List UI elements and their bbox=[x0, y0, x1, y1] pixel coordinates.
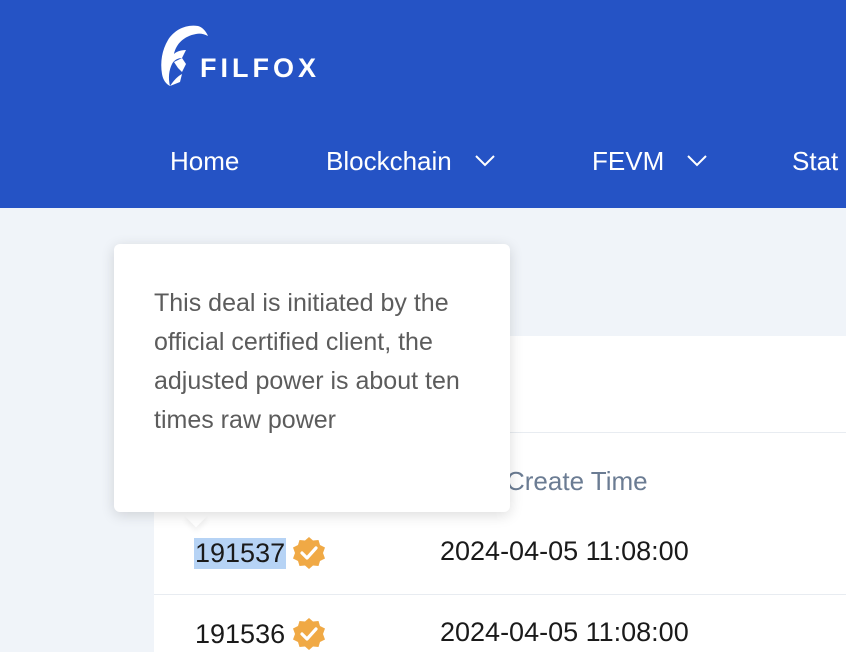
table-row: 191537 2024-04-05 11:08:00 bbox=[154, 514, 846, 594]
chevron-down-icon bbox=[687, 155, 707, 167]
nav-item-label: FEVM bbox=[592, 145, 665, 176]
nav-item-label: Blockchain bbox=[326, 145, 452, 176]
nav-item-label: Stat bbox=[792, 145, 839, 176]
nav-item-blockchain[interactable]: Blockchain bbox=[326, 140, 496, 182]
create-time-cell: 2024-04-05 11:08:00 bbox=[440, 617, 689, 647]
top-header: FILFOX Home Blockchain FEVM Stat bbox=[0, 0, 846, 208]
deal-id-link[interactable]: 191536 bbox=[194, 619, 286, 650]
verified-deal-tooltip: This deal is initiated by the official c… bbox=[114, 244, 510, 512]
nav-item-stat[interactable]: Stat bbox=[792, 140, 838, 182]
app-name: FILFOX bbox=[200, 53, 320, 83]
deal-id-cell: 191536 bbox=[194, 617, 326, 651]
nav-item-fevm[interactable]: FEVM bbox=[592, 140, 708, 182]
deal-id-link[interactable]: 191537 bbox=[194, 537, 287, 569]
tooltip-text: This deal is initiated by the official c… bbox=[154, 289, 460, 434]
table-row: 191536 2024-04-05 11:08:00 bbox=[154, 594, 846, 652]
create-time-cell: 2024-04-05 11:08:00 bbox=[440, 536, 689, 566]
verified-badge-icon[interactable] bbox=[292, 536, 326, 570]
deal-id-cell: 191537 bbox=[194, 536, 326, 570]
filfox-logo[interactable]: FILFOX bbox=[152, 22, 320, 90]
chevron-down-icon bbox=[475, 155, 495, 167]
main-nav: Home Blockchain FEVM Stat bbox=[0, 140, 846, 182]
nav-item-label: Home bbox=[170, 145, 240, 176]
column-header-create-time: Create Time bbox=[506, 466, 648, 496]
verified-badge-icon[interactable] bbox=[292, 617, 326, 651]
nav-item-home[interactable]: Home bbox=[170, 140, 239, 182]
